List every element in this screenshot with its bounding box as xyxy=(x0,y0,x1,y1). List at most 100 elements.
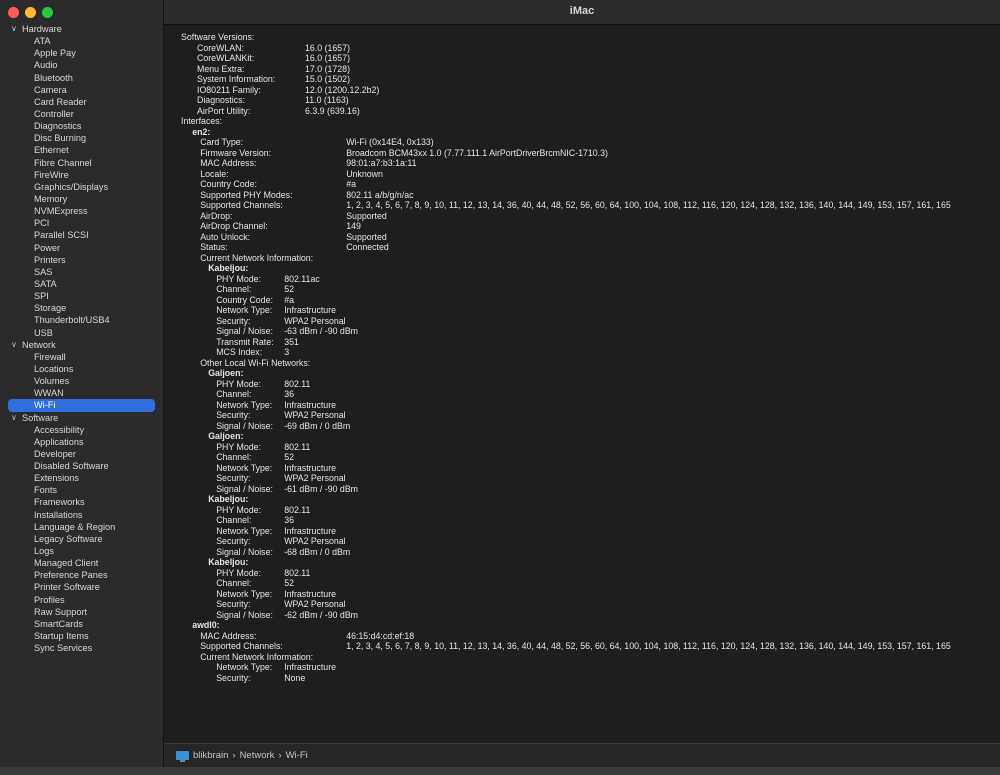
report-value: None xyxy=(284,672,306,683)
sidebar-item-wi-fi[interactable]: Wi-Fi xyxy=(8,399,155,412)
sidebar-item-parallel-scsi[interactable]: Parallel SCSI xyxy=(0,229,163,241)
sidebar-item-pci[interactable]: PCI xyxy=(0,217,163,229)
sidebar-item-startup-items[interactable]: Startup Items xyxy=(0,630,163,642)
sidebar-item-diagnostics[interactable]: Diagnostics xyxy=(0,120,163,132)
report-content[interactable]: Software Versions: CoreWLAN: 16.0 (1657) Co… xyxy=(164,25,1000,743)
sidebar-item-storage[interactable]: Storage xyxy=(0,302,163,314)
sidebar-item-ethernet[interactable]: Ethernet xyxy=(0,144,163,156)
report-key: Network Type: xyxy=(216,588,273,599)
sidebar-item-memory[interactable]: Memory xyxy=(0,193,163,205)
report-key: Network Type: xyxy=(216,305,273,315)
minimize-window-button[interactable] xyxy=(25,7,36,18)
report-value: WPA2 Personal xyxy=(284,536,346,546)
breadcrumb-item-wi-fi[interactable]: Wi-Fi xyxy=(286,750,308,761)
report-value: 36 xyxy=(284,515,294,525)
sidebar-item-wwan[interactable]: WWAN xyxy=(0,387,163,399)
chevron-down-icon[interactable]: ∨ xyxy=(11,339,17,351)
report-value: 52 xyxy=(284,284,294,294)
report-key: Security: xyxy=(216,473,251,483)
close-window-button[interactable] xyxy=(8,7,19,18)
sidebar-item-logs[interactable]: Logs xyxy=(0,545,163,557)
sidebar-item-preference-panes[interactable]: Preference Panes xyxy=(0,569,163,581)
sidebar-item-audio[interactable]: Audio xyxy=(0,59,163,71)
sidebar-item-managed-client[interactable]: Managed Client xyxy=(0,557,163,569)
sidebar-group-label: Hardware xyxy=(22,24,62,34)
report-value: 3 xyxy=(284,347,290,357)
report-value: -62 dBm / -90 dBm xyxy=(284,609,359,620)
sidebar-item-frameworks[interactable]: Frameworks xyxy=(0,496,163,508)
chevron-down-icon[interactable]: ∨ xyxy=(11,412,17,424)
sidebar-item-apple-pay[interactable]: Apple Pay xyxy=(0,47,163,59)
sidebar-item-bluetooth[interactable]: Bluetooth xyxy=(0,72,163,84)
sidebar-item-power[interactable]: Power xyxy=(0,242,163,254)
sidebar-item-nvmexpress[interactable]: NVMExpress xyxy=(0,205,163,217)
report-key: Auto Unlock: xyxy=(200,231,251,242)
sidebar-item-accessibility[interactable]: Accessibility xyxy=(0,424,163,436)
report-value: Supported xyxy=(346,231,387,242)
sidebar-item-firewire[interactable]: FireWire xyxy=(0,169,163,181)
sidebar-item-firewall[interactable]: Firewall xyxy=(0,351,163,363)
sidebar-item-locations[interactable]: Locations xyxy=(0,363,163,375)
sidebar-item-ata[interactable]: ATA xyxy=(0,35,163,47)
sidebar-group-hardware[interactable]: ∨ Hardware xyxy=(0,23,163,35)
sidebar-item-sas[interactable]: SAS xyxy=(0,266,163,278)
report-key: Network Type: xyxy=(216,525,273,536)
sidebar-item-volumes[interactable]: Volumes xyxy=(0,375,163,387)
zoom-window-button[interactable] xyxy=(42,7,53,18)
report-key: awdl0: xyxy=(192,620,220,630)
sidebar-item-printer-software[interactable]: Printer Software xyxy=(0,581,163,593)
report-key: Diagnostics: xyxy=(197,95,245,105)
report-key: AirDrop Channel: xyxy=(200,221,268,231)
report-value: 802.11 xyxy=(284,504,311,515)
report-value: -69 dBm / 0 dBm xyxy=(284,420,351,431)
sidebar-item-usb[interactable]: USB xyxy=(0,327,163,339)
sidebar-item-spi[interactable]: SPI xyxy=(0,290,163,302)
title-bar: iMac xyxy=(164,0,1000,25)
sidebar-group-software[interactable]: ∨ Software xyxy=(0,412,163,424)
sidebar-item-controller[interactable]: Controller xyxy=(0,108,163,120)
sidebar-item-fonts[interactable]: Fonts xyxy=(0,484,163,496)
chevron-down-icon[interactable]: ∨ xyxy=(11,23,17,35)
sidebar-item-applications[interactable]: Applications xyxy=(0,436,163,448)
sidebar-item-language-region[interactable]: Language & Region xyxy=(0,521,163,533)
report-value: 802.11 xyxy=(284,378,311,389)
report-key: PHY Mode: xyxy=(216,567,262,578)
sidebar-item-installations[interactable]: Installations xyxy=(0,509,163,521)
sidebar-item-camera[interactable]: Camera xyxy=(0,84,163,96)
sidebar-item-raw-support[interactable]: Raw Support xyxy=(0,606,163,618)
report-value: 802.11ac xyxy=(284,273,320,284)
sidebar-item-disabled-software[interactable]: Disabled Software xyxy=(0,460,163,472)
report-value: Infrastructure xyxy=(284,399,337,410)
sidebar-item-fibre-channel[interactable]: Fibre Channel xyxy=(0,157,163,169)
category-tree[interactable]: ∨ Hardware ATA Apple Pay Audio Bluetooth Camer… xyxy=(0,23,163,654)
sidebar-item-printers[interactable]: Printers xyxy=(0,254,163,266)
sidebar-item-graphics-displays[interactable]: Graphics/Displays xyxy=(0,181,163,193)
report-key: Signal / Noise: xyxy=(216,326,273,336)
report-key: Security: xyxy=(216,536,251,546)
sidebar-item-developer[interactable]: Developer xyxy=(0,448,163,460)
sidebar-group-label: Software xyxy=(22,412,59,423)
sidebar-item-card-reader[interactable]: Card Reader xyxy=(0,96,163,108)
window-controls xyxy=(8,7,53,18)
sidebar-item-profiles[interactable]: Profiles xyxy=(0,594,163,606)
report-key: Security: xyxy=(216,315,251,326)
sidebar-item-sata[interactable]: SATA xyxy=(0,278,163,290)
window-title: iMac xyxy=(569,5,595,17)
breadcrumb-item-network[interactable]: Network xyxy=(240,750,275,761)
report-key: Kabeljou: xyxy=(208,494,249,504)
sidebar-item-legacy-software[interactable]: Legacy Software xyxy=(0,533,163,545)
report-value: Infrastructure xyxy=(284,525,337,536)
report-value: #a xyxy=(346,179,356,189)
sidebar-item-smartcards[interactable]: SmartCards xyxy=(0,618,163,630)
report-key: Firmware Version: xyxy=(200,147,272,158)
sidebar-item-sync-services[interactable]: Sync Services xyxy=(0,642,163,654)
sidebar-item-disc-burning[interactable]: Disc Burning xyxy=(0,132,163,144)
breadcrumb-item-blikbrain[interactable]: blikbrain xyxy=(193,750,228,761)
report-value: 11.0 (1163) xyxy=(305,95,349,105)
sidebar: ∨ Hardware ATA Apple Pay Audio Bluetooth Camer… xyxy=(0,0,164,767)
report-key: Signal / Noise: xyxy=(216,420,273,431)
sidebar-item-extensions[interactable]: Extensions xyxy=(0,472,163,484)
sidebar-group-network[interactable]: ∨ Network xyxy=(0,339,163,351)
sidebar-item-thunderbolt-usb4[interactable]: Thunderbolt/USB4 xyxy=(0,314,163,326)
report-key: Status: xyxy=(200,242,228,252)
